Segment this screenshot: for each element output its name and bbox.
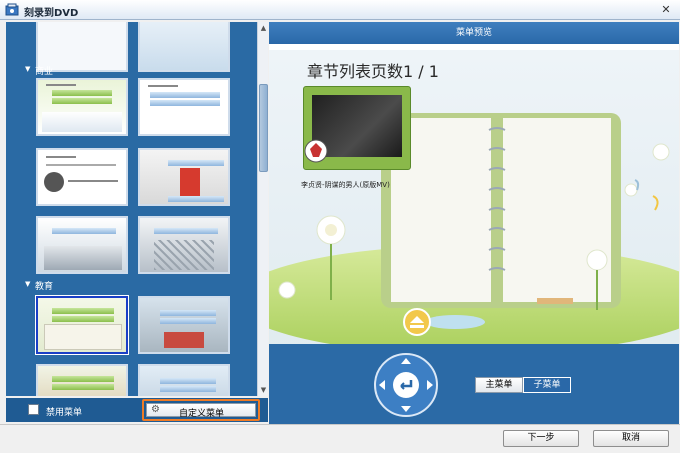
close-icon[interactable]: ✕ bbox=[659, 3, 673, 17]
template-thumbnails: ▼ 商业 ▼ 教育 bbox=[6, 22, 256, 396]
category-label[interactable]: 商业 bbox=[35, 64, 53, 77]
custom-menu-highlight: ⚙ 自定义菜单 bbox=[142, 399, 260, 421]
scrollbar-thumb[interactable] bbox=[259, 84, 268, 172]
scroll-down-icon[interactable]: ▼ bbox=[259, 385, 268, 395]
page-up-icon[interactable] bbox=[403, 308, 431, 336]
template-scrollbar[interactable]: ▲ ▼ bbox=[257, 22, 268, 396]
template-panel: ▼ 商业 ▼ 教育 ▲ ▼ bbox=[6, 22, 268, 396]
template-thumb[interactable] bbox=[138, 296, 230, 354]
burn-dvd-icon bbox=[5, 3, 19, 16]
template-thumb[interactable] bbox=[36, 216, 128, 274]
cancel-button[interactable]: 取消 bbox=[593, 430, 669, 447]
next-button[interactable]: 下一步 bbox=[503, 430, 579, 447]
direction-pad[interactable] bbox=[373, 352, 439, 418]
title-bar: 刻录到DVD ✕ bbox=[0, 0, 680, 20]
collapse-arrow-icon[interactable]: ▼ bbox=[25, 65, 30, 73]
menu-preview-panel: 菜单预览 章节列表页数1 / 1 李贞贤-阴谋的男人(原版MV) 主菜单 子菜单 bbox=[269, 22, 679, 424]
preview-header: 菜单预览 bbox=[269, 22, 679, 44]
menu-options-bar: 禁用菜单 ⚙ 自定义菜单 bbox=[6, 398, 268, 422]
template-thumb-selected[interactable] bbox=[35, 295, 129, 355]
main-menu-tab[interactable]: 主菜单 bbox=[475, 377, 523, 393]
play-ball-icon[interactable] bbox=[304, 139, 328, 163]
template-thumb[interactable] bbox=[138, 216, 230, 274]
chapter-thumbnail[interactable] bbox=[303, 86, 411, 170]
template-thumb[interactable] bbox=[138, 78, 230, 136]
template-thumb[interactable] bbox=[36, 78, 128, 136]
category-label[interactable]: 教育 bbox=[35, 279, 53, 292]
disable-menu-checkbox[interactable] bbox=[28, 404, 39, 415]
custom-menu-label: 自定义菜单 bbox=[179, 409, 225, 419]
window-title: 刻录到DVD bbox=[24, 8, 79, 19]
collapse-arrow-icon[interactable]: ▼ bbox=[25, 280, 30, 288]
footer-bar: 下一步 取消 bbox=[0, 424, 680, 453]
chapter-page-title: 章节列表页数1 / 1 bbox=[307, 62, 439, 81]
chapter-caption[interactable]: 李贞贤-阴谋的男人(原版MV) bbox=[301, 180, 390, 190]
template-thumb[interactable] bbox=[36, 148, 128, 206]
sub-menu-tab[interactable]: 子菜单 bbox=[523, 377, 571, 393]
scroll-up-icon[interactable]: ▲ bbox=[259, 23, 268, 33]
custom-menu-button[interactable]: ⚙ 自定义菜单 bbox=[146, 403, 256, 419]
template-thumb[interactable] bbox=[36, 364, 128, 396]
disable-menu-label[interactable]: 禁用菜单 bbox=[46, 405, 82, 418]
template-thumb[interactable] bbox=[138, 148, 230, 206]
gear-icon: ⚙ bbox=[151, 404, 160, 415]
template-thumb[interactable] bbox=[138, 364, 230, 396]
template-thumb[interactable] bbox=[138, 22, 230, 72]
navigation-controls bbox=[269, 344, 679, 424]
